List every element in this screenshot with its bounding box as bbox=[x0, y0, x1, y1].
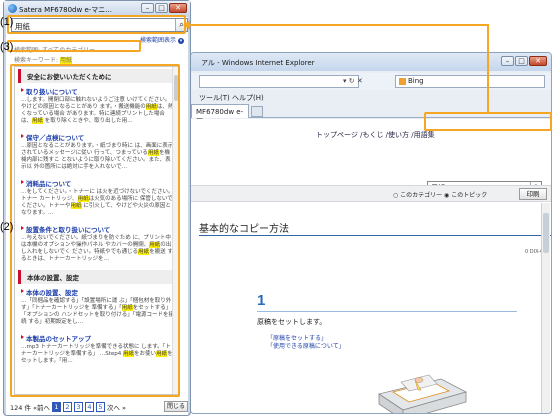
next-page-link[interactable]: 次へ » bbox=[107, 402, 126, 412]
browser-menu[interactable]: ツール(T) ヘルプ(H) bbox=[191, 91, 551, 103]
callout-frame-3 bbox=[7, 40, 141, 52]
heading-divider bbox=[199, 235, 551, 236]
step-link[interactable]: 「原稿をセットする」 bbox=[267, 335, 345, 343]
callout-label-3: (3) bbox=[0, 41, 14, 53]
step-link[interactable]: 「使用できる原稿について」 bbox=[267, 343, 345, 351]
page-scrollbar-thumb[interactable] bbox=[543, 213, 549, 253]
bing-search-box[interactable]: Bing bbox=[395, 75, 545, 88]
panel-title: Satera MF6780dw e-マニ... bbox=[19, 6, 112, 14]
callout-frame-2 bbox=[10, 64, 180, 397]
manual-page: トップページ /もくじ /使い方 /用語集 用紙 ⌕ ○ このカテゴリー ◉ こ… bbox=[191, 119, 551, 413]
step-text: 原稿をセットします。 bbox=[257, 318, 327, 326]
arrow-line bbox=[487, 24, 489, 113]
close-button[interactable]: 閉じる bbox=[164, 401, 188, 412]
maximize-button[interactable]: □ bbox=[155, 3, 168, 13]
bing-label: Bing bbox=[408, 77, 424, 85]
scanner-illustration-icon bbox=[378, 374, 468, 413]
scope-toggle-link[interactable]: 検索範囲表示 ▾ bbox=[140, 35, 184, 44]
page-title: 基本的なコピー方法 bbox=[199, 224, 289, 235]
arrow-line bbox=[186, 24, 489, 26]
result-count: 124 件 bbox=[10, 403, 31, 412]
callout-label-1: (1) bbox=[0, 16, 14, 28]
step-number: 1 bbox=[257, 292, 266, 309]
chevron-down-icon: ▾ bbox=[178, 38, 184, 44]
page-link[interactable]: 4 bbox=[84, 401, 94, 412]
page-link-current[interactable]: 1 bbox=[51, 401, 61, 412]
print-button[interactable]: 印刷 bbox=[519, 188, 547, 200]
scope-row: ○ このカテゴリー ◉ このトピック 印刷 bbox=[191, 185, 551, 202]
top-nav-links[interactable]: トップページ /もくじ /使い方 /用語集 bbox=[316, 130, 435, 140]
new-tab-button[interactable] bbox=[251, 106, 263, 117]
callout-label-2: (2) bbox=[0, 221, 14, 233]
ie-icon bbox=[8, 4, 17, 13]
page-link[interactable]: 2 bbox=[62, 401, 72, 412]
step-links: 「原稿をセットする」 「使用できる原稿について」 bbox=[267, 335, 345, 351]
refresh-stop-icons[interactable]: ▾ ↻ ✕ bbox=[343, 77, 363, 85]
scope-radio-group[interactable]: ○ このカテゴリー ◉ このトピック bbox=[393, 190, 487, 199]
prev-page-link[interactable]: «前へ bbox=[33, 402, 50, 412]
browser-window: アル - Windows Internet Explorer – □ ✕ ▾ ↻… bbox=[190, 52, 552, 414]
scope-toggle-label: 検索範囲表示 bbox=[139, 37, 176, 44]
keyword-highlight: 用紙 bbox=[59, 57, 72, 64]
search-keyword-label: 検索キーワード: 用紙 bbox=[14, 57, 72, 64]
minimize-button[interactable]: – bbox=[141, 3, 154, 13]
callout-frame-1 bbox=[7, 15, 186, 34]
panel-title-bar: Satera MF6780dw e-マニ... – □ ✕ bbox=[4, 1, 190, 16]
maximize-button[interactable]: □ bbox=[515, 56, 528, 66]
callout-frame-page-search bbox=[424, 112, 552, 131]
page-link[interactable]: 3 bbox=[73, 401, 83, 412]
arrow-head-icon bbox=[183, 20, 190, 30]
step-divider bbox=[257, 311, 517, 312]
browser-title: アル - Windows Internet Explorer bbox=[201, 59, 315, 67]
browser-title-bar: アル - Windows Internet Explorer – □ ✕ bbox=[191, 53, 551, 71]
address-bar-row: ▾ ↻ ✕ Bing bbox=[191, 73, 551, 90]
address-bar[interactable] bbox=[199, 75, 359, 88]
page-link[interactable]: 5 bbox=[95, 401, 105, 412]
browser-tab[interactable]: MF6780dw e-マ... bbox=[191, 104, 249, 125]
page-scrollbar[interactable] bbox=[541, 203, 550, 413]
close-window-button[interactable]: ✕ bbox=[529, 56, 547, 66]
minimize-button[interactable]: – bbox=[501, 56, 514, 66]
bing-icon bbox=[399, 78, 406, 85]
pagination: 124 件 «前へ 1 2 3 4 5 次へ » 閉じる bbox=[10, 400, 188, 413]
close-window-button[interactable]: ✕ bbox=[169, 3, 187, 13]
